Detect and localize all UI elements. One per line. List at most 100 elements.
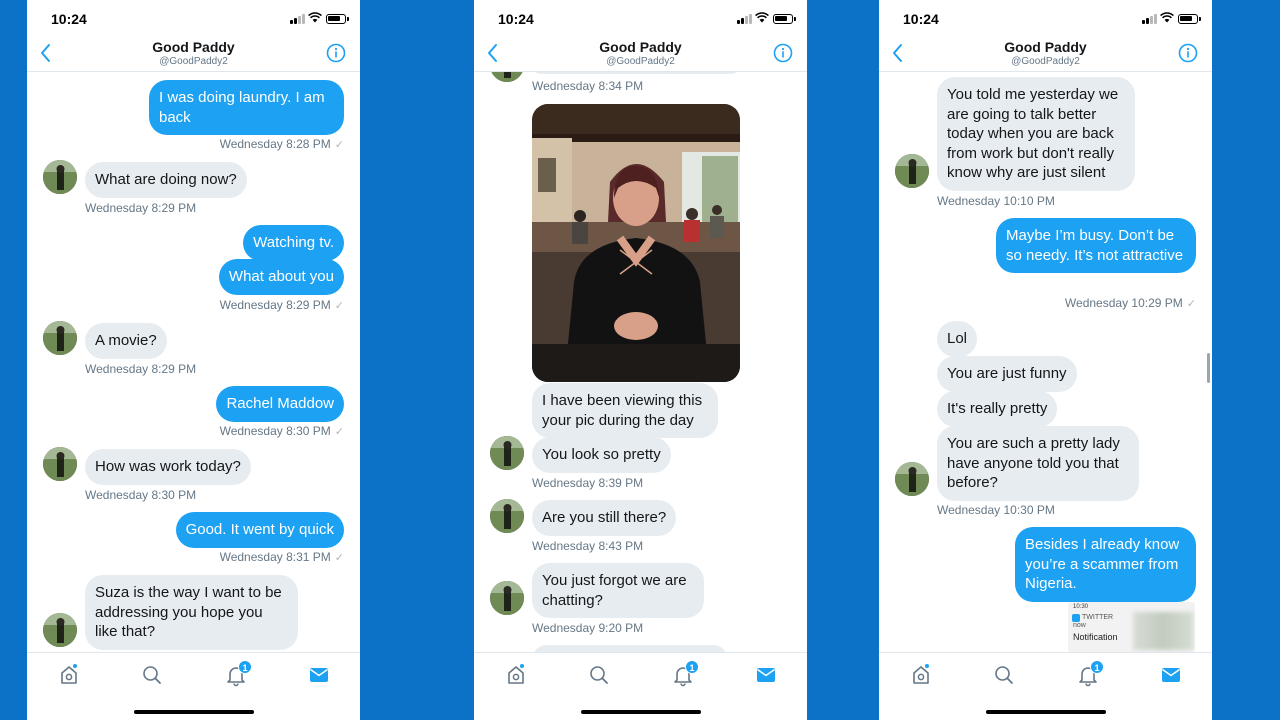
phone-screen-1: 10:24 Good Paddy @GoodPaddy2 I was doing…	[27, 0, 360, 720]
battery-icon	[326, 14, 349, 24]
received-message[interactable]: You told me yesterday we are going to ta…	[937, 77, 1135, 191]
sent-message[interactable]: Watching tv.	[243, 225, 344, 261]
read-check-icon: ✓	[334, 426, 344, 438]
message-thread[interactable]: Wednesday 8:34 PM I have been viewing th…	[474, 72, 807, 652]
message-timestamp: Wednesday 8:43 PM	[532, 539, 644, 553]
tab-bar: 1	[474, 652, 807, 720]
notification-title: Notification	[1073, 632, 1118, 642]
message-timestamp: Wednesday 8:28 PM ✓	[219, 137, 344, 151]
message-timestamp: Wednesday 10:10 PM	[937, 194, 1055, 208]
message-timestamp: Wednesday 8:34 PM	[532, 79, 644, 93]
sent-message[interactable]: I was doing laundry. I am back	[149, 80, 344, 135]
message-timestamp: Wednesday 8:39 PM	[532, 476, 644, 490]
contact-name: Good Paddy	[599, 39, 682, 55]
message-timestamp: Wednesday 10:30 PM	[937, 503, 1055, 517]
signal-icon	[1142, 14, 1157, 24]
search-icon[interactable]	[587, 663, 611, 687]
scrollbar[interactable]	[1207, 353, 1210, 383]
message-timestamp: Wednesday 9:20 PM	[532, 621, 644, 635]
shared-photo[interactable]	[532, 104, 740, 382]
messages-icon[interactable]	[754, 663, 778, 687]
sent-message[interactable]: What about you	[218, 259, 344, 295]
message-timestamp: Wednesday 8:29 PM ✓	[219, 298, 344, 312]
home-indicator	[581, 710, 701, 714]
received-message[interactable]: I have been viewing this your pic during…	[532, 383, 718, 438]
read-check-icon: ✓	[334, 300, 344, 312]
status-time: 10:24	[51, 11, 87, 27]
contact-name: Good Paddy	[1004, 39, 1087, 55]
notification-preview[interactable]: 10:30 TWITTER now Notification	[1068, 602, 1195, 652]
wifi-icon	[755, 12, 769, 23]
tab-bar: 1	[879, 652, 1212, 720]
messages-icon[interactable]	[1159, 663, 1183, 687]
notification-badge: 1	[685, 660, 699, 674]
message-thread[interactable]: I was doing laundry. I am back Wednesday…	[27, 72, 360, 652]
read-check-icon: ✓	[334, 552, 344, 564]
notification-app: TWITTER	[1082, 614, 1114, 621]
received-message[interactable]: You just forgot we are chatting?	[532, 563, 704, 618]
sent-message[interactable]: Besides I already know you’re a scammer …	[1015, 527, 1196, 602]
received-message[interactable]: What are doing now?	[85, 162, 247, 198]
received-message[interactable]: You are just funny	[937, 356, 1077, 392]
avatar[interactable]	[490, 436, 524, 470]
contact-handle: @GoodPaddy2	[1011, 56, 1080, 67]
sent-message[interactable]: Good. It went by quick	[175, 512, 344, 548]
conversation-header: Good Paddy @GoodPaddy2	[27, 36, 360, 72]
message-timestamp: Wednesday 8:30 PM	[85, 488, 197, 502]
read-check-icon: ✓	[334, 139, 344, 151]
conversation-header: Good Paddy @GoodPaddy2	[474, 36, 807, 72]
received-message[interactable]: Are you still there?	[532, 500, 677, 536]
tab-bar: 1	[27, 652, 360, 720]
info-icon[interactable]	[326, 43, 346, 63]
status-bar: 10:24	[879, 0, 1212, 38]
received-message[interactable]: You are such a pretty lady have anyone t…	[937, 426, 1139, 501]
sent-message[interactable]: Rachel Maddow	[216, 386, 344, 422]
home-indicator	[986, 710, 1106, 714]
avatar[interactable]	[43, 613, 77, 647]
avatar[interactable]	[490, 581, 524, 615]
status-bar: 10:24	[474, 0, 807, 38]
message-timestamp: Wednesday 8:31 PM ✓	[219, 550, 344, 564]
received-message[interactable]: You look so pretty	[532, 437, 671, 473]
battery-icon	[773, 14, 796, 24]
avatar[interactable]	[43, 160, 77, 194]
search-icon[interactable]	[992, 663, 1016, 687]
signal-icon	[737, 14, 752, 24]
new-tweets-dot	[924, 663, 930, 669]
received-message[interactable]: How was work today?	[85, 449, 251, 485]
notification-badge: 1	[238, 660, 252, 674]
avatar[interactable]	[895, 154, 929, 188]
search-icon[interactable]	[140, 663, 164, 687]
wifi-icon	[308, 12, 322, 23]
avatar[interactable]	[43, 447, 77, 481]
received-message-partial[interactable]	[532, 72, 740, 74]
wifi-icon	[1160, 12, 1174, 23]
read-check-icon: ✓	[1186, 298, 1196, 310]
message-timestamp: Wednesday 8:29 PM	[85, 201, 197, 215]
received-message[interactable]: Lol	[937, 321, 978, 357]
notification-badge: 1	[1090, 660, 1104, 674]
phone-screen-2: 10:24 Good Paddy @GoodPaddy2 Wednesday 8…	[474, 0, 807, 720]
conversation-header: Good Paddy @GoodPaddy2	[879, 36, 1212, 72]
received-message[interactable]: It's really pretty	[937, 391, 1058, 427]
status-time: 10:24	[903, 11, 939, 27]
info-icon[interactable]	[1178, 43, 1198, 63]
received-message[interactable]: Suza is the way I want to be addressing …	[85, 575, 298, 650]
message-thread[interactable]: You told me yesterday we are going to ta…	[879, 72, 1212, 652]
info-icon[interactable]	[773, 43, 793, 63]
avatar[interactable]	[490, 499, 524, 533]
received-message-partial[interactable]	[532, 645, 728, 652]
messages-icon[interactable]	[307, 663, 331, 687]
notification-time: 10:30	[1073, 604, 1089, 610]
sent-message[interactable]: Maybe I’m busy. Don’t be so needy. It’s …	[996, 218, 1196, 273]
contact-name: Good Paddy	[152, 39, 235, 55]
twitter-app-icon	[1072, 614, 1080, 622]
avatar[interactable]	[490, 72, 524, 82]
contact-handle: @GoodPaddy2	[606, 56, 675, 67]
message-timestamp: Wednesday 8:30 PM ✓	[219, 424, 344, 438]
avatar[interactable]	[895, 462, 929, 496]
new-tweets-dot	[72, 663, 78, 669]
avatar[interactable]	[43, 321, 77, 355]
message-timestamp: Wednesday 8:29 PM	[85, 362, 197, 376]
received-message[interactable]: A movie?	[85, 323, 167, 359]
